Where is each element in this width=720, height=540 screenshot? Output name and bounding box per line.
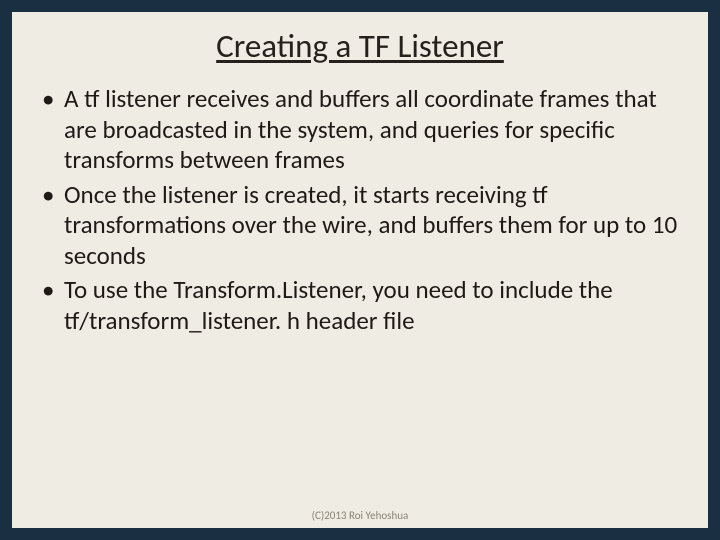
slide-body: A tf listener receives and buffers all c…	[12, 84, 708, 528]
list-item: To use the Transform.Listener, you need …	[36, 275, 684, 336]
slide-title: Creating a TF Listener	[12, 26, 708, 66]
list-item: Once the listener is created, it starts …	[36, 180, 684, 272]
bullet-list: A tf listener receives and buffers all c…	[36, 84, 684, 336]
slide-frame: Creating a TF Listener A tf listener rec…	[0, 0, 720, 540]
slide-footer: (C)2013 Roi Yehoshua	[12, 509, 708, 522]
slide-content: Creating a TF Listener A tf listener rec…	[12, 12, 708, 528]
list-item: A tf listener receives and buffers all c…	[36, 84, 684, 176]
